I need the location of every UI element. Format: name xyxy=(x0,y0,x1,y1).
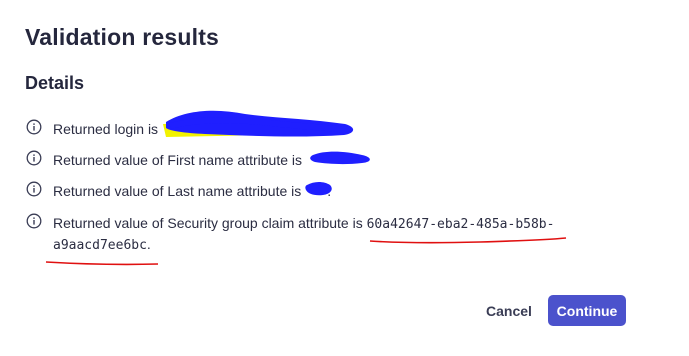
continue-button[interactable]: Continue xyxy=(548,295,626,326)
last-name-trailing-period: . xyxy=(327,183,332,199)
details-heading: Details xyxy=(25,73,85,93)
dialog-title: Validation results xyxy=(25,24,220,50)
result-row-login: Returned login is xyxy=(26,119,158,140)
info-icon xyxy=(26,150,42,166)
result-label-last-name: Returned value of Last name attribute is xyxy=(53,183,302,199)
validation-results-dialog: Validation results Details Returned logi… xyxy=(0,0,689,356)
security-group-value-line2: a9aacd7ee6bc xyxy=(53,238,147,253)
security-group-value-line2-wrap: a9aacd7ee6bc. xyxy=(53,234,151,256)
result-text-security-group: Returned value of Security group claim a… xyxy=(53,213,554,235)
info-icon xyxy=(26,119,42,135)
cancel-button[interactable]: Cancel xyxy=(478,296,540,326)
security-group-value-line1: 60a42647-eba2-485a-b58b- xyxy=(366,217,555,232)
security-group-label: Returned value of Security group claim a… xyxy=(53,215,367,231)
result-text-first-name: Returned value of First name attribute i… xyxy=(53,152,303,168)
info-icon xyxy=(26,181,42,197)
result-row-first-name: Returned value of First name attribute i… xyxy=(26,150,302,171)
result-row-security-group: Returned value of Security group claim a… xyxy=(26,213,554,235)
info-icon xyxy=(26,213,42,229)
result-row-last-name: Returned value of Last name attribute is… xyxy=(26,181,331,202)
security-group-period: . xyxy=(146,236,151,252)
result-text-last-name: Returned value of Last name attribute is… xyxy=(53,181,331,202)
result-text-login: Returned login is xyxy=(53,121,159,137)
